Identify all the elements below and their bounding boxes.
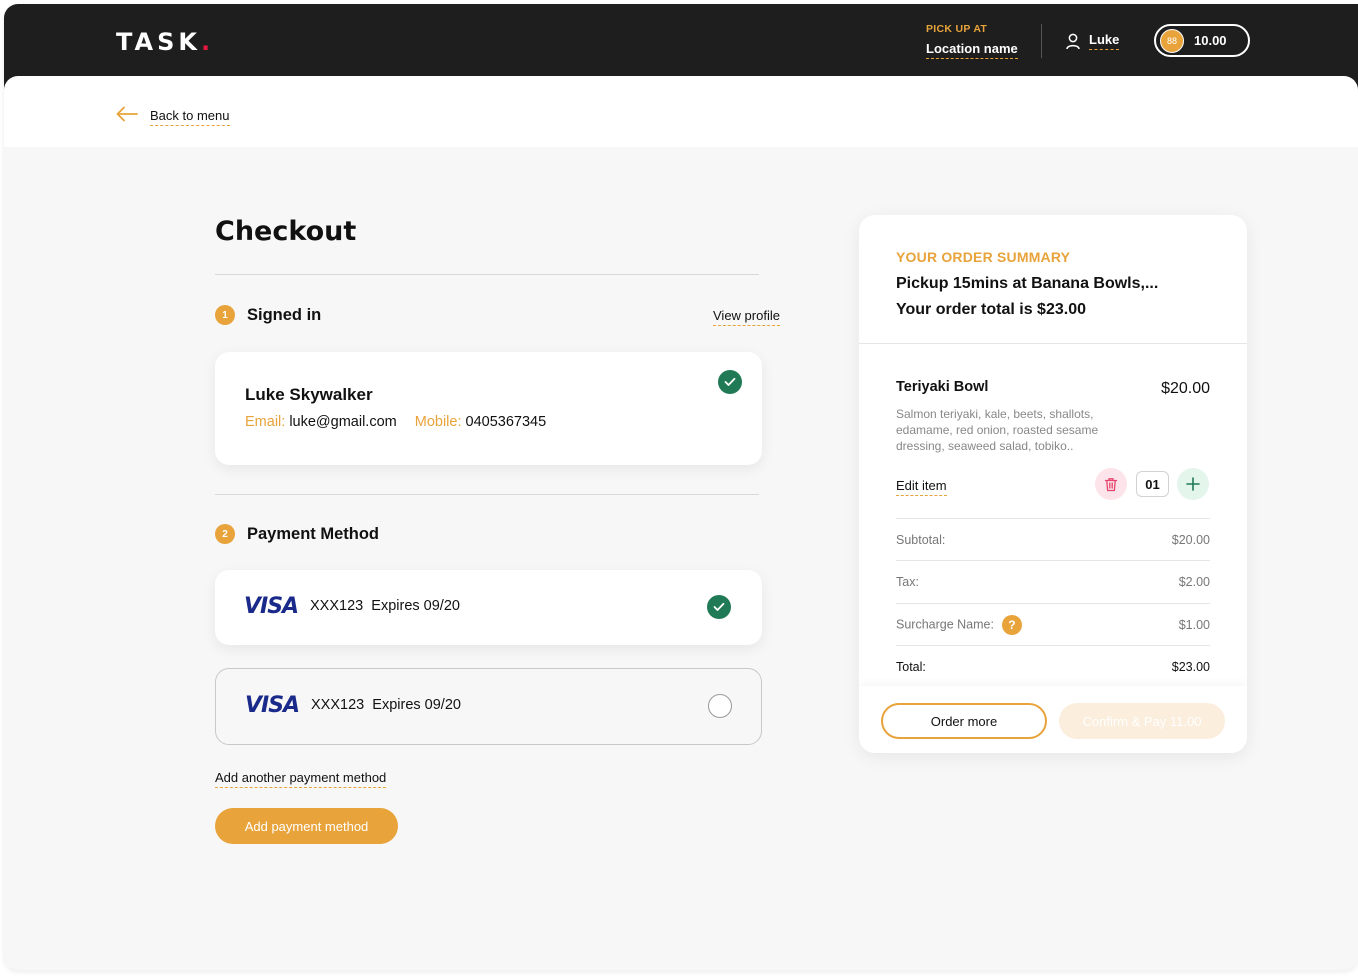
add-another-label: Add another payment method [215,770,387,788]
profile-card: Luke Skywalker Email: luke@gmail.com Mob… [215,352,762,465]
row-value: $1.00 [1178,617,1210,632]
row-label: Tax: [896,574,919,589]
payment-card-selected[interactable]: VISA XXX123 Expires 09/20 [215,570,762,645]
step-payment-method: 2 Payment Method [215,524,379,544]
visa-logo: VISA [244,594,299,619]
summary-header: YOUR ORDER SUMMARY Pickup 15mins at Bana… [896,249,1158,319]
edit-item-link[interactable]: Edit item [896,477,947,496]
back-label: Back to menu [150,108,230,126]
divider [215,274,759,275]
logo[interactable]: TASK. [116,28,210,56]
row-label-wrap: Surcharge Name:? [896,614,1022,635]
view-profile-link[interactable]: View profile [713,307,780,326]
user-name: Luke [1089,32,1120,50]
quantity-value[interactable]: 01 [1136,471,1169,497]
balance-amount: 10.00 [1194,33,1227,48]
total-row: Total: $23.00 [896,645,1210,687]
tax-row: Tax: $2.00 [896,560,1210,602]
arrow-left-icon [116,106,138,122]
user-icon [1066,33,1080,49]
help-icon[interactable]: ? [1001,614,1022,635]
confirm-pay-button[interactable]: Confirm & Pay 11.00 [1059,703,1225,739]
plus-icon [1186,477,1200,491]
item-price: $20.00 [1161,380,1210,397]
location-name: Location name [926,41,1018,59]
remove-item-button[interactable] [1095,468,1127,500]
step-label: Signed in [247,305,322,324]
item-description: Salmon teriyaki, kale, beets, shallots, … [896,407,1099,453]
header-divider [1041,24,1042,58]
logo-dot: . [200,28,211,56]
check-icon [718,370,742,394]
mobile-label: Mobile: [414,414,462,430]
logo-text: TASK [116,28,201,56]
order-more-button[interactable]: Order more [881,703,1047,739]
pickup-location[interactable]: PICK UP AT Location name [926,23,1018,59]
coin-icon: 88 [1160,28,1184,53]
pickup-label: PICK UP AT [926,23,988,35]
card-details: XXX123 Expires 09/20 [310,598,460,614]
edit-item-label: Edit item [896,478,947,496]
email-label: Email: [245,414,286,430]
increase-quantity-button[interactable] [1177,468,1209,500]
summary-actions: Order more Confirm & Pay 11.00 [859,686,1247,753]
row-label: Subtotal: [896,532,946,547]
trash-icon [1104,477,1118,491]
card-details: XXX123 Expires 09/20 [311,697,461,713]
user-menu[interactable]: Luke [1065,32,1120,50]
pickup-info: Pickup 15mins at Banana Bowls,... [896,275,1159,292]
item-name: Teriyaki Bowl [896,379,989,395]
payment-card-option[interactable]: VISA XXX123 Expires 09/20 [215,668,762,745]
step-label: Payment Method [247,524,380,543]
card-number: XXX123 [310,598,364,614]
step-signed-in: 1 Signed in [215,305,321,325]
email-value: luke@gmail.com [289,414,397,430]
add-another-payment-link[interactable]: Add another payment method [215,769,387,788]
surcharge-row: Surcharge Name:? $1.00 [896,603,1210,645]
radio-button[interactable] [708,694,732,718]
summary-heading: YOUR ORDER SUMMARY [896,249,1071,265]
step-number: 1 [215,305,235,325]
row-value: $23.00 [1171,659,1210,674]
visa-logo: VISA [245,693,300,718]
app-window: TASK. PICK UP AT Location name Luke 88 1… [4,4,1358,970]
divider [859,343,1247,344]
page-title: Checkout [215,216,357,247]
view-profile-label: View profile [713,308,780,326]
sub-navigation: Back to menu [4,76,1358,147]
subtotal-row: Subtotal: $20.00 [896,518,1210,560]
row-value: $2.00 [1178,574,1210,589]
mobile-value: 0405367345 [465,414,547,430]
profile-contact: Email: luke@gmail.com Mobile: 0405367345 [245,414,546,430]
divider [215,494,759,495]
order-summary-panel: YOUR ORDER SUMMARY Pickup 15mins at Bana… [859,215,1247,753]
check-icon [707,595,731,619]
order-total-line: Your order total is $23.00 [896,301,1086,318]
back-to-menu-link[interactable]: Back to menu [116,102,230,126]
step-number: 2 [215,524,235,544]
balance-pill[interactable]: 88 10.00 [1154,24,1250,57]
card-expiry: Expires 09/20 [371,598,460,614]
row-label: Total: [896,659,926,674]
row-value: $20.00 [1171,532,1210,547]
card-number: XXX123 [311,697,365,713]
profile-name: Luke Skywalker [245,385,373,404]
add-payment-method-button[interactable]: Add payment method [215,808,398,844]
card-expiry: Expires 09/20 [372,697,461,713]
row-label: Surcharge Name: [896,616,994,631]
